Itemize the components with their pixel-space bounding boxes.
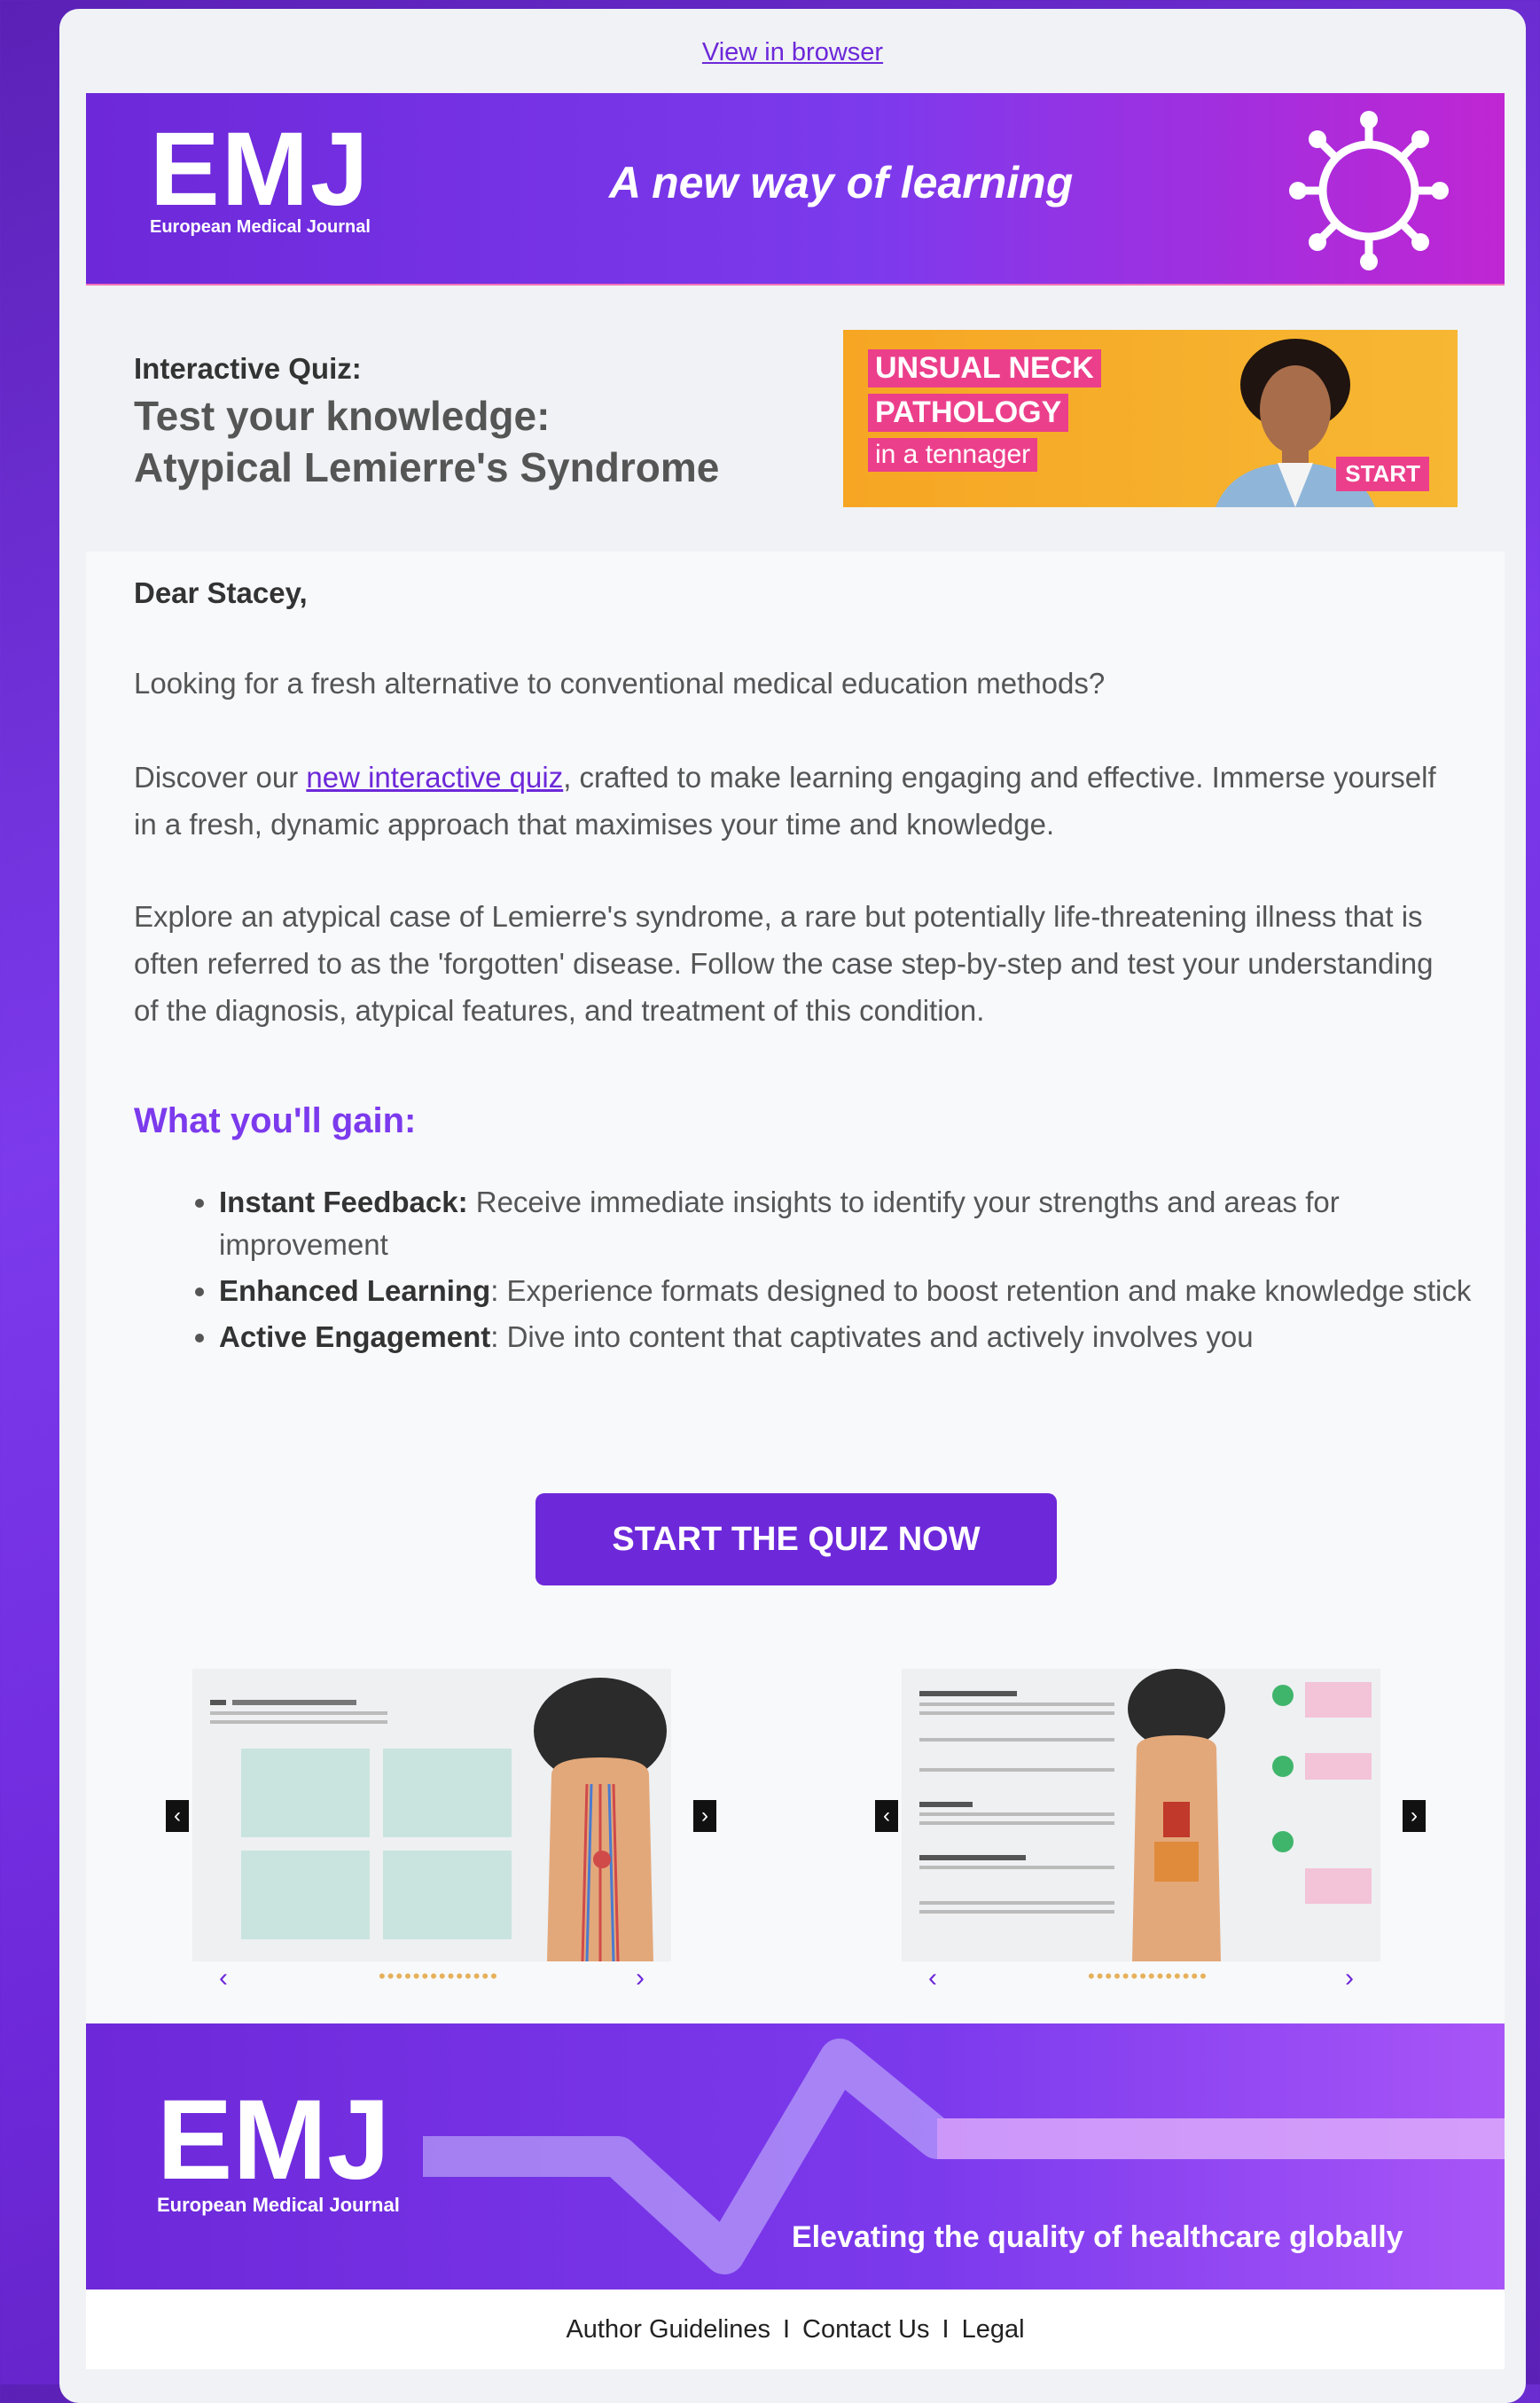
benefit-text: : Experience formats designed to boost r… bbox=[490, 1274, 1472, 1307]
preview-panel bbox=[902, 1669, 1380, 1961]
benefit-title: Enhanced Learning bbox=[219, 1274, 491, 1307]
quiz-preview-right[interactable]: ‹ › ‹ •••••••••••••• › bbox=[848, 1669, 1426, 1997]
legal-link[interactable]: Legal bbox=[962, 2315, 1025, 2344]
benefit-item: Enhanced Learning: Experience formats de… bbox=[219, 1270, 1496, 1312]
benefit-text: : Dive into content that captivates and … bbox=[490, 1320, 1254, 1353]
paragraph-2-pre: Discover our bbox=[134, 761, 307, 794]
pagination-dots: •••••••••••••• bbox=[1088, 1965, 1208, 1987]
paragraph-3: Explore an atypical case of Lemierre's s… bbox=[134, 900, 1434, 1027]
chevron-right-icon[interactable]: › bbox=[1345, 1963, 1354, 1993]
emj-logo-subtitle: European Medical Journal bbox=[150, 217, 371, 237]
chevron-left-icon[interactable]: ‹ bbox=[219, 1963, 228, 1993]
next-arrow-icon[interactable]: › bbox=[1403, 1800, 1426, 1832]
benefit-item: Instant Feedback: Receive immediate insi… bbox=[219, 1181, 1496, 1266]
footer-logo-subtitle: European Medical Journal bbox=[157, 2194, 400, 2216]
banner-line3: in a tennager bbox=[868, 438, 1038, 472]
benefit-title: Active Engagement bbox=[219, 1320, 491, 1353]
footer-links: Author Guidelines I Contact Us I Legal bbox=[86, 2290, 1505, 2369]
paragraph-2: Discover our new interactive quiz, craft… bbox=[134, 754, 1464, 848]
quiz-question-preview-icon bbox=[210, 1678, 667, 1962]
hero-banner: EMJ European Medical Journal A new way o… bbox=[86, 93, 1505, 288]
benefit-title: Instant Feedback: bbox=[219, 1186, 468, 1218]
quiz-title-line1: Test your knowledge: bbox=[134, 393, 551, 439]
prev-arrow-icon[interactable]: ‹ bbox=[875, 1800, 898, 1832]
footer-logo-mark: EMJ bbox=[157, 2077, 391, 2203]
view-in-browser: View in browser bbox=[59, 38, 1526, 67]
hero-tagline: A new way of learning bbox=[609, 158, 1074, 207]
interactive-quiz-link[interactable]: new interactive quiz bbox=[306, 761, 563, 794]
contact-us-link[interactable]: Contact Us bbox=[802, 2315, 929, 2344]
benefits-list: Instant Feedback: Receive immediate insi… bbox=[184, 1181, 1496, 1362]
quiz-title-line2: Atypical Lemierre's Syndrome bbox=[134, 444, 720, 490]
pagination-dots: •••••••••••••• bbox=[379, 1965, 499, 1987]
quiz-preview-left[interactable]: ‹ › ‹ •••••••••••••• › bbox=[139, 1669, 716, 1997]
quiz-label: Interactive Quiz: bbox=[134, 352, 362, 385]
link-separator: I bbox=[782, 2315, 791, 2344]
case-presentation-preview-icon bbox=[919, 1669, 1372, 1961]
banner-line2: PATHOLOGY bbox=[868, 394, 1069, 432]
virus-icon bbox=[1289, 111, 1449, 270]
footer-banner: EMJ European Medical Journal Elevating t… bbox=[86, 2023, 1505, 2290]
banner-start-tag: START bbox=[1336, 457, 1429, 491]
quiz-intro: Interactive Quiz: Test your knowledge: A… bbox=[86, 286, 1505, 552]
author-guidelines-link[interactable]: Author Guidelines bbox=[566, 2315, 770, 2344]
footer-emj-logo: EMJ European Medical Journal bbox=[157, 2077, 400, 2217]
chevron-right-icon[interactable]: › bbox=[636, 1963, 645, 1993]
emj-logo-mark: EMJ bbox=[150, 111, 371, 228]
quiz-banner-image[interactable]: UNSUAL NECK PATHOLOGY in a tennager STAR… bbox=[843, 330, 1458, 507]
banner-line1: UNSUAL NECK bbox=[868, 349, 1101, 387]
paragraph-1: Looking for a fresh alternative to conve… bbox=[134, 667, 1106, 700]
chevron-left-icon[interactable]: ‹ bbox=[928, 1963, 937, 1993]
next-arrow-icon[interactable]: › bbox=[693, 1800, 716, 1832]
link-separator: I bbox=[942, 2315, 950, 2344]
view-in-browser-link[interactable]: View in browser bbox=[702, 38, 883, 67]
greeting: Dear Stacey, bbox=[134, 576, 308, 609]
email-body: Dear Stacey, Looking for a fresh alterna… bbox=[86, 552, 1505, 2023]
gain-heading: What you'll gain: bbox=[134, 1101, 417, 1140]
email-card: View in browser EMJ European Medical Jou… bbox=[59, 9, 1526, 2403]
start-quiz-button[interactable]: START THE QUIZ NOW bbox=[535, 1493, 1057, 1585]
benefit-item: Active Engagement: Dive into content tha… bbox=[219, 1316, 1496, 1358]
footer-tagline: Elevating the quality of healthcare glob… bbox=[792, 2220, 1403, 2254]
emj-logo: EMJ European Medical Journal bbox=[150, 111, 371, 238]
prev-arrow-icon[interactable]: ‹ bbox=[166, 1800, 189, 1832]
preview-panel bbox=[192, 1669, 671, 1962]
quiz-title: Test your knowledge: Atypical Lemierre's… bbox=[134, 390, 719, 493]
